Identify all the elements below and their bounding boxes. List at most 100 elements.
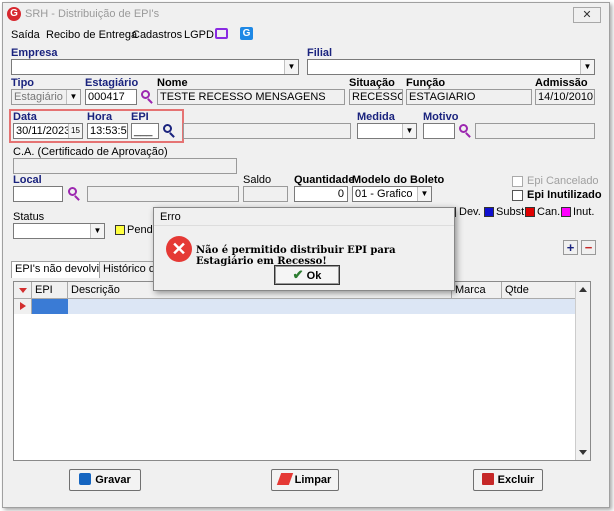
column-header-marca[interactable]: Marca: [452, 282, 502, 299]
column-header-qtde[interactable]: Qtde: [502, 282, 576, 299]
epi-input[interactable]: ___: [131, 123, 159, 139]
legend-label-subst: Subst.: [496, 206, 528, 218]
menu-recibo-entrega[interactable]: Recibo de Entrega: [46, 29, 137, 41]
row-pointer-icon: [14, 299, 32, 314]
ca-field: [13, 158, 237, 174]
status-select[interactable]: ▼: [13, 223, 105, 239]
app-logo-icon: G: [7, 7, 21, 21]
epi-description-field: [183, 123, 351, 139]
status-label: Status: [13, 211, 45, 223]
scroll-up-icon[interactable]: [579, 287, 587, 292]
save-icon: [79, 473, 92, 485]
epi-grid[interactable]: EPI Descrição Marca Qtde: [13, 281, 591, 461]
tipo-select[interactable]: Estagiário ▼: [11, 89, 81, 105]
admissao-label: Admissão: [535, 77, 588, 89]
error-dialog: Erro ✕ Não é permitido distribuir EPI pa…: [153, 207, 455, 291]
nome-label: Nome: [157, 77, 188, 89]
chevron-down-icon[interactable]: ▼: [580, 60, 594, 74]
epi-inutilizado-label: Epi Inutilizado: [527, 189, 602, 201]
search-icon[interactable]: [140, 90, 154, 104]
hora-label: Hora: [87, 111, 113, 123]
g-logo-icon[interactable]: G: [240, 27, 253, 40]
medida-select[interactable]: ▼: [357, 123, 417, 139]
filial-select[interactable]: ▼: [307, 59, 595, 75]
medida-label: Medida: [357, 111, 395, 123]
table-row[interactable]: [14, 299, 576, 314]
scroll-down-icon[interactable]: [579, 450, 587, 455]
situacao-field: RECESSO: [349, 89, 403, 105]
eraser-icon: [276, 473, 293, 485]
chevron-down-icon[interactable]: ▼: [402, 124, 416, 138]
local-description-field: [87, 186, 239, 202]
add-row-button[interactable]: +: [563, 240, 578, 255]
chevron-down-icon[interactable]: ▼: [90, 224, 104, 238]
remove-row-button[interactable]: −: [581, 240, 596, 255]
estagiario-input[interactable]: 000417: [85, 89, 137, 105]
chevron-down-icon[interactable]: ▼: [66, 90, 80, 104]
grid-header-indicator: [14, 282, 32, 299]
filial-label: Filial: [307, 47, 333, 59]
motivo-input[interactable]: [423, 123, 455, 139]
excluir-label: Excluir: [497, 474, 535, 486]
calendar-icon[interactable]: 15: [68, 124, 82, 138]
legend-label-inut: Inut.: [573, 206, 595, 218]
window-title: SRH - Distribuição de EPI's: [25, 8, 160, 20]
motivo-label: Motivo: [423, 111, 459, 123]
hora-input[interactable]: 13:53:59: [87, 123, 128, 139]
saldo-field: [243, 186, 288, 202]
chevron-down-icon[interactable]: ▼: [417, 187, 431, 201]
modelo-boleto-value: 01 - Grafico: [355, 188, 413, 200]
legend-label-dev: Dev.: [459, 206, 481, 218]
chevron-down-icon[interactable]: ▼: [284, 60, 298, 74]
table-cell-epi[interactable]: [32, 299, 68, 314]
limpar-label: Limpar: [294, 474, 332, 486]
search-icon[interactable]: [458, 124, 472, 138]
error-icon: ✕: [166, 236, 192, 262]
limpar-button[interactable]: Limpar: [271, 469, 339, 491]
menu-saida[interactable]: Saída: [11, 29, 40, 41]
empresa-select[interactable]: ▼: [11, 59, 299, 75]
search-icon[interactable]: [67, 187, 81, 201]
main-window: G SRH - Distribuição de EPI's ✕ Saída Re…: [2, 2, 610, 508]
excluir-button[interactable]: Excluir: [473, 469, 543, 491]
dialog-title: Erro: [154, 208, 454, 226]
title-bar: G SRH - Distribuição de EPI's ✕: [3, 3, 609, 27]
modelo-boleto-select[interactable]: 01 - Grafico ▼: [352, 186, 432, 202]
local-input[interactable]: [13, 186, 63, 202]
trash-icon: [481, 473, 494, 485]
error-message: Não é permitido distribuir EPI para Esta…: [196, 245, 396, 267]
gravar-label: Gravar: [95, 474, 131, 486]
epi-cancelado-checkbox[interactable]: [512, 176, 523, 187]
menu-lgpd[interactable]: LGPD: [184, 29, 214, 41]
menu-bar: Saída Recibo de Entrega Cadastros LGPD G: [3, 27, 609, 45]
admissao-field: 14/10/2010: [535, 89, 595, 105]
data-label: Data: [13, 111, 37, 123]
funcao-label: Função: [406, 77, 446, 89]
pendente-legend-swatch: [115, 225, 125, 235]
nome-field: TESTE RECESSO MENSAGENS: [157, 89, 345, 105]
quantidade-label: Quantidade: [294, 174, 355, 186]
quantidade-input[interactable]: 0: [294, 186, 348, 202]
monitor-icon[interactable]: [215, 28, 228, 39]
situacao-label: Situação: [349, 77, 395, 89]
estagiario-label: Estagiário: [85, 77, 139, 89]
legend-label-can: Can.: [537, 206, 561, 218]
tipo-value: Estagiário: [14, 91, 63, 103]
legend-swatch-subst: [484, 207, 494, 217]
data-input[interactable]: 30/11/2023 15: [13, 123, 83, 139]
gravar-button[interactable]: Gravar: [69, 469, 141, 491]
ca-label: C.A. (Certificado de Aprovação): [13, 146, 168, 158]
epi-cancelado-label: Epi Cancelado: [527, 175, 599, 187]
grid-scrollbar[interactable]: [575, 282, 590, 460]
column-header-epi[interactable]: EPI: [32, 282, 68, 299]
ok-button[interactable]: ✔ Ok: [274, 265, 340, 285]
menu-cadastros[interactable]: Cadastros: [132, 29, 182, 41]
search-icon[interactable]: [162, 124, 176, 138]
legend-swatch-inut: [561, 207, 571, 217]
close-button[interactable]: ✕: [573, 7, 601, 23]
epi-inutilizado-checkbox[interactable]: [512, 190, 523, 201]
data-value: 30/11/2023: [16, 125, 71, 137]
motivo-description-field: [475, 123, 595, 139]
tipo-label: Tipo: [11, 77, 35, 89]
saldo-label: Saldo: [243, 174, 272, 186]
